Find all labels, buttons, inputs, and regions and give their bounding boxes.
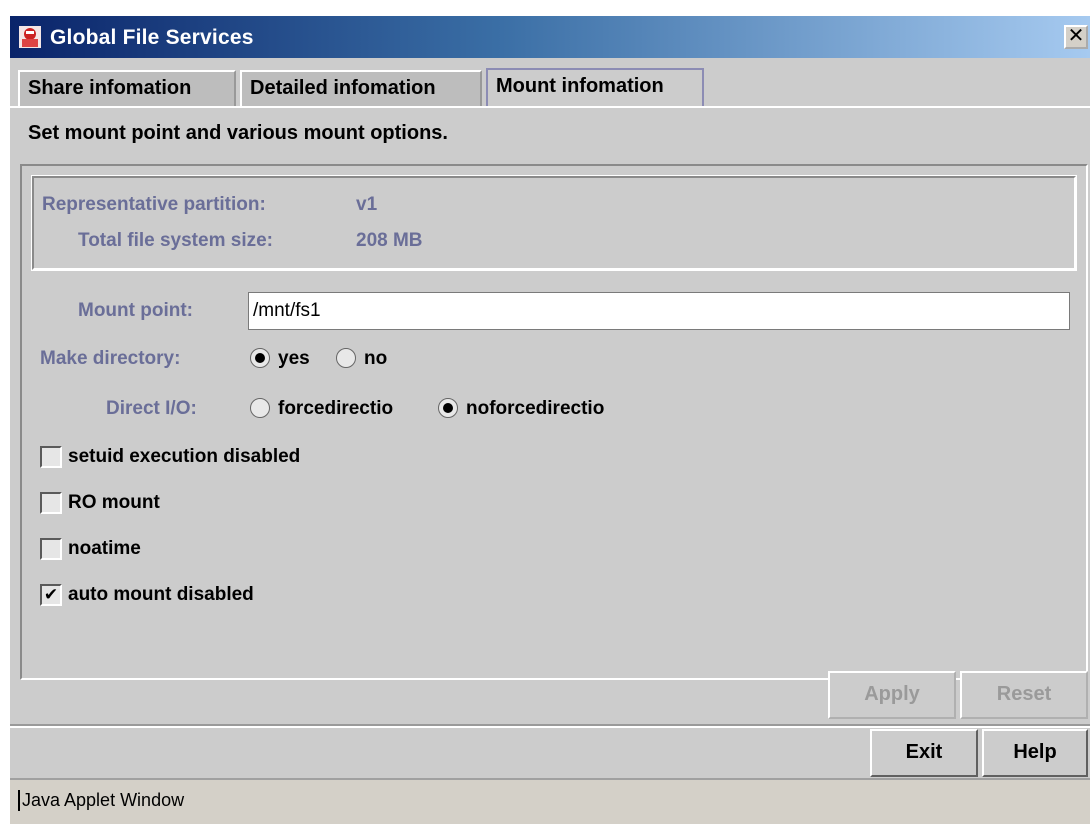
make-directory-label: Make directory: <box>40 348 181 369</box>
exit-button[interactable]: Exit <box>870 729 978 777</box>
close-icon[interactable]: ✕ <box>1064 25 1088 49</box>
auto-mount-disabled-checkbox[interactable]: ✔ <box>40 584 62 606</box>
noatime-checkbox[interactable] <box>40 538 62 560</box>
instruction-text: Set mount point and various mount option… <box>28 122 448 144</box>
setuid-disabled-checkbox[interactable] <box>40 446 62 468</box>
window-title: Global File Services <box>50 26 254 49</box>
mount-options-panel: Representative partition: v1 Total file … <box>20 164 1088 680</box>
ro-mount-label[interactable]: RO mount <box>68 492 160 514</box>
tab-detailed-infomation[interactable]: Detailed infomation <box>240 70 482 106</box>
app-icon <box>19 26 41 48</box>
make-directory-yes-radio[interactable] <box>250 348 270 368</box>
noforcedirectio-radio[interactable] <box>438 398 458 418</box>
title-bar[interactable]: Global File Services ✕ <box>10 16 1090 58</box>
mount-point-input[interactable] <box>248 292 1070 330</box>
size-label: Total file system size: <box>78 230 273 251</box>
status-text: Java Applet Window <box>18 790 184 811</box>
direct-io-label: Direct I/O: <box>106 398 197 419</box>
make-directory-no-radio[interactable] <box>336 348 356 368</box>
tab-divider <box>10 106 1090 108</box>
applet-window: Global File Services ✕ Share infomation … <box>10 16 1090 824</box>
size-value: 208 MB <box>356 230 423 251</box>
noatime-label[interactable]: noatime <box>68 538 141 560</box>
help-button[interactable]: Help <box>982 729 1088 777</box>
auto-mount-disabled-label[interactable]: auto mount disabled <box>68 584 254 606</box>
divider-highlight <box>10 726 1090 728</box>
forcedirectio-label[interactable]: forcedirectio <box>278 398 393 420</box>
partition-value: v1 <box>356 194 378 215</box>
mount-point-label: Mount point: <box>78 300 194 321</box>
make-directory-no-label[interactable]: no <box>364 348 387 370</box>
partition-label: Representative partition: <box>42 194 266 215</box>
tab-mount-infomation[interactable]: Mount infomation <box>486 68 704 108</box>
setuid-disabled-label[interactable]: setuid execution disabled <box>68 446 300 468</box>
apply-button[interactable]: Apply <box>828 671 956 719</box>
forcedirectio-radio[interactable] <box>250 398 270 418</box>
noforcedirectio-label[interactable]: noforcedirectio <box>466 398 604 420</box>
partition-info-group: Representative partition: v1 Total file … <box>31 175 1077 271</box>
reset-button[interactable]: Reset <box>960 671 1088 719</box>
status-bar: Java Applet Window <box>10 778 1090 824</box>
make-directory-yes-label[interactable]: yes <box>278 348 310 370</box>
ro-mount-checkbox[interactable] <box>40 492 62 514</box>
tab-share-infomation[interactable]: Share infomation <box>18 70 236 106</box>
